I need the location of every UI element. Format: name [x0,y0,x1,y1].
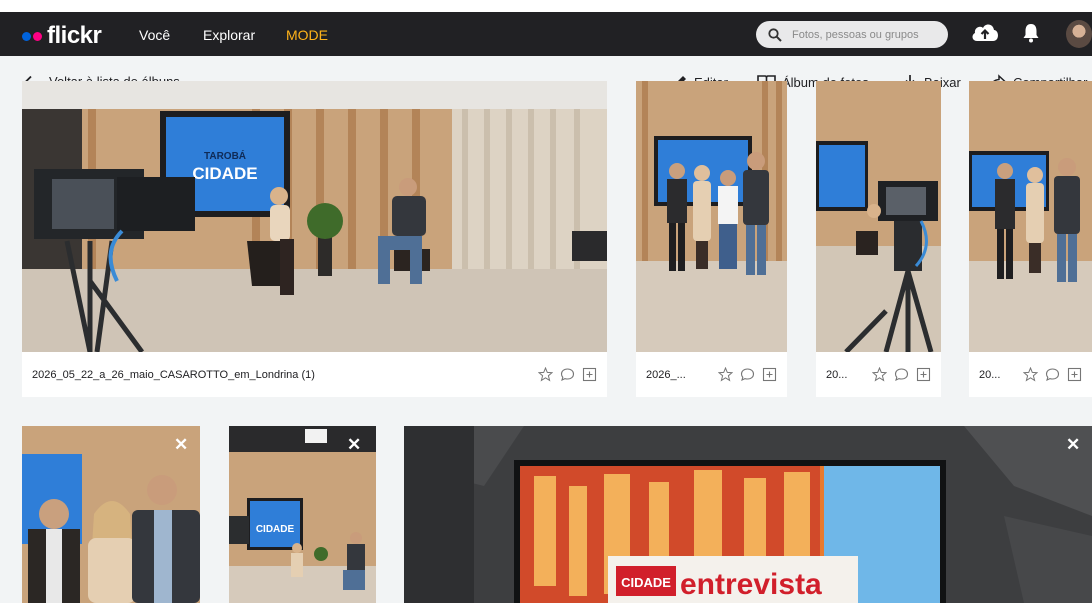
star-icon[interactable] [538,367,553,382]
avatar[interactable] [1066,20,1092,48]
studio-photo: TAROBÁ CIDADE [22,81,607,352]
photo-image[interactable]: TAROBÁ CIDADE [22,81,607,352]
photo-card[interactable]: CIDADE entrevista ✕ [404,426,1092,603]
comment-icon[interactable] [894,367,909,382]
nav-explorar[interactable]: Explorar [203,27,255,43]
photo-caption: 20... [816,352,941,397]
photo-caption: 2026_05_22_a_26_maio_CASAROTTO_em_Londri… [22,352,607,397]
group-photo [969,81,1092,352]
tv-logo-line2: CIDADE [192,164,257,183]
add-to-icon[interactable] [582,367,597,382]
close-icon[interactable]: ✕ [1066,436,1080,453]
comment-icon[interactable] [1045,367,1060,382]
photo-card[interactable]: ✕ [22,426,200,603]
camera-photo [816,81,941,352]
entrevista-photo: CIDADE entrevista [404,426,1092,603]
entrevista-tag-text: CIDADE [621,575,671,590]
photo-card[interactable]: 20... [969,81,1092,397]
upload-cloud-icon[interactable] [970,20,1000,46]
nav-voce[interactable]: Você [139,27,170,43]
comment-icon[interactable] [740,367,755,382]
star-icon[interactable] [718,367,733,382]
close-icon[interactable]: ✕ [174,436,188,453]
flickr-logo[interactable]: flickr [22,22,102,50]
search-icon [768,27,782,42]
bell-icon[interactable] [1022,23,1040,43]
search-box[interactable] [756,21,948,48]
photo-image[interactable] [816,81,941,352]
tv-logo-line1: TAROBÁ [204,149,246,162]
photo-caption: 2026_... [636,352,787,397]
top-bar: flickr Você Explorar MODE [0,0,1092,56]
tv-logo-line2: CIDADE [256,524,295,535]
comment-icon[interactable] [560,367,575,382]
add-to-icon[interactable] [762,367,777,382]
star-icon[interactable] [872,367,887,382]
star-icon[interactable] [1023,367,1038,382]
nav-mode[interactable]: MODE [286,27,328,43]
photo-card[interactable]: 2026_... [636,81,787,397]
photo-image[interactable] [969,81,1092,352]
group-photo [636,81,787,352]
search-input[interactable] [790,27,944,42]
photo-card[interactable]: 20... [816,81,941,397]
entrevista-word: entrevista [680,568,822,601]
photo-image[interactable] [636,81,787,352]
photo-title[interactable]: 2026_05_22_a_26_maio_CASAROTTO_em_Londri… [32,369,532,381]
add-to-icon[interactable] [916,367,931,382]
photo-caption: 20... [969,352,1092,397]
logo-text: flickr [47,22,102,49]
photo-card[interactable]: TAROBÁ CIDADE 2026_05_22_a_26_maio_CASAR… [22,81,607,397]
photo-title[interactable]: 20... [826,369,866,381]
photo-title[interactable]: 20... [979,369,1017,381]
photo-title[interactable]: 2026_... [646,369,712,381]
add-to-icon[interactable] [1067,367,1082,382]
photo-card[interactable]: CIDADE ✕ [229,426,376,603]
close-icon[interactable]: ✕ [347,436,361,453]
logo-dot-pink [33,31,42,41]
logo-dot-blue [22,31,31,41]
